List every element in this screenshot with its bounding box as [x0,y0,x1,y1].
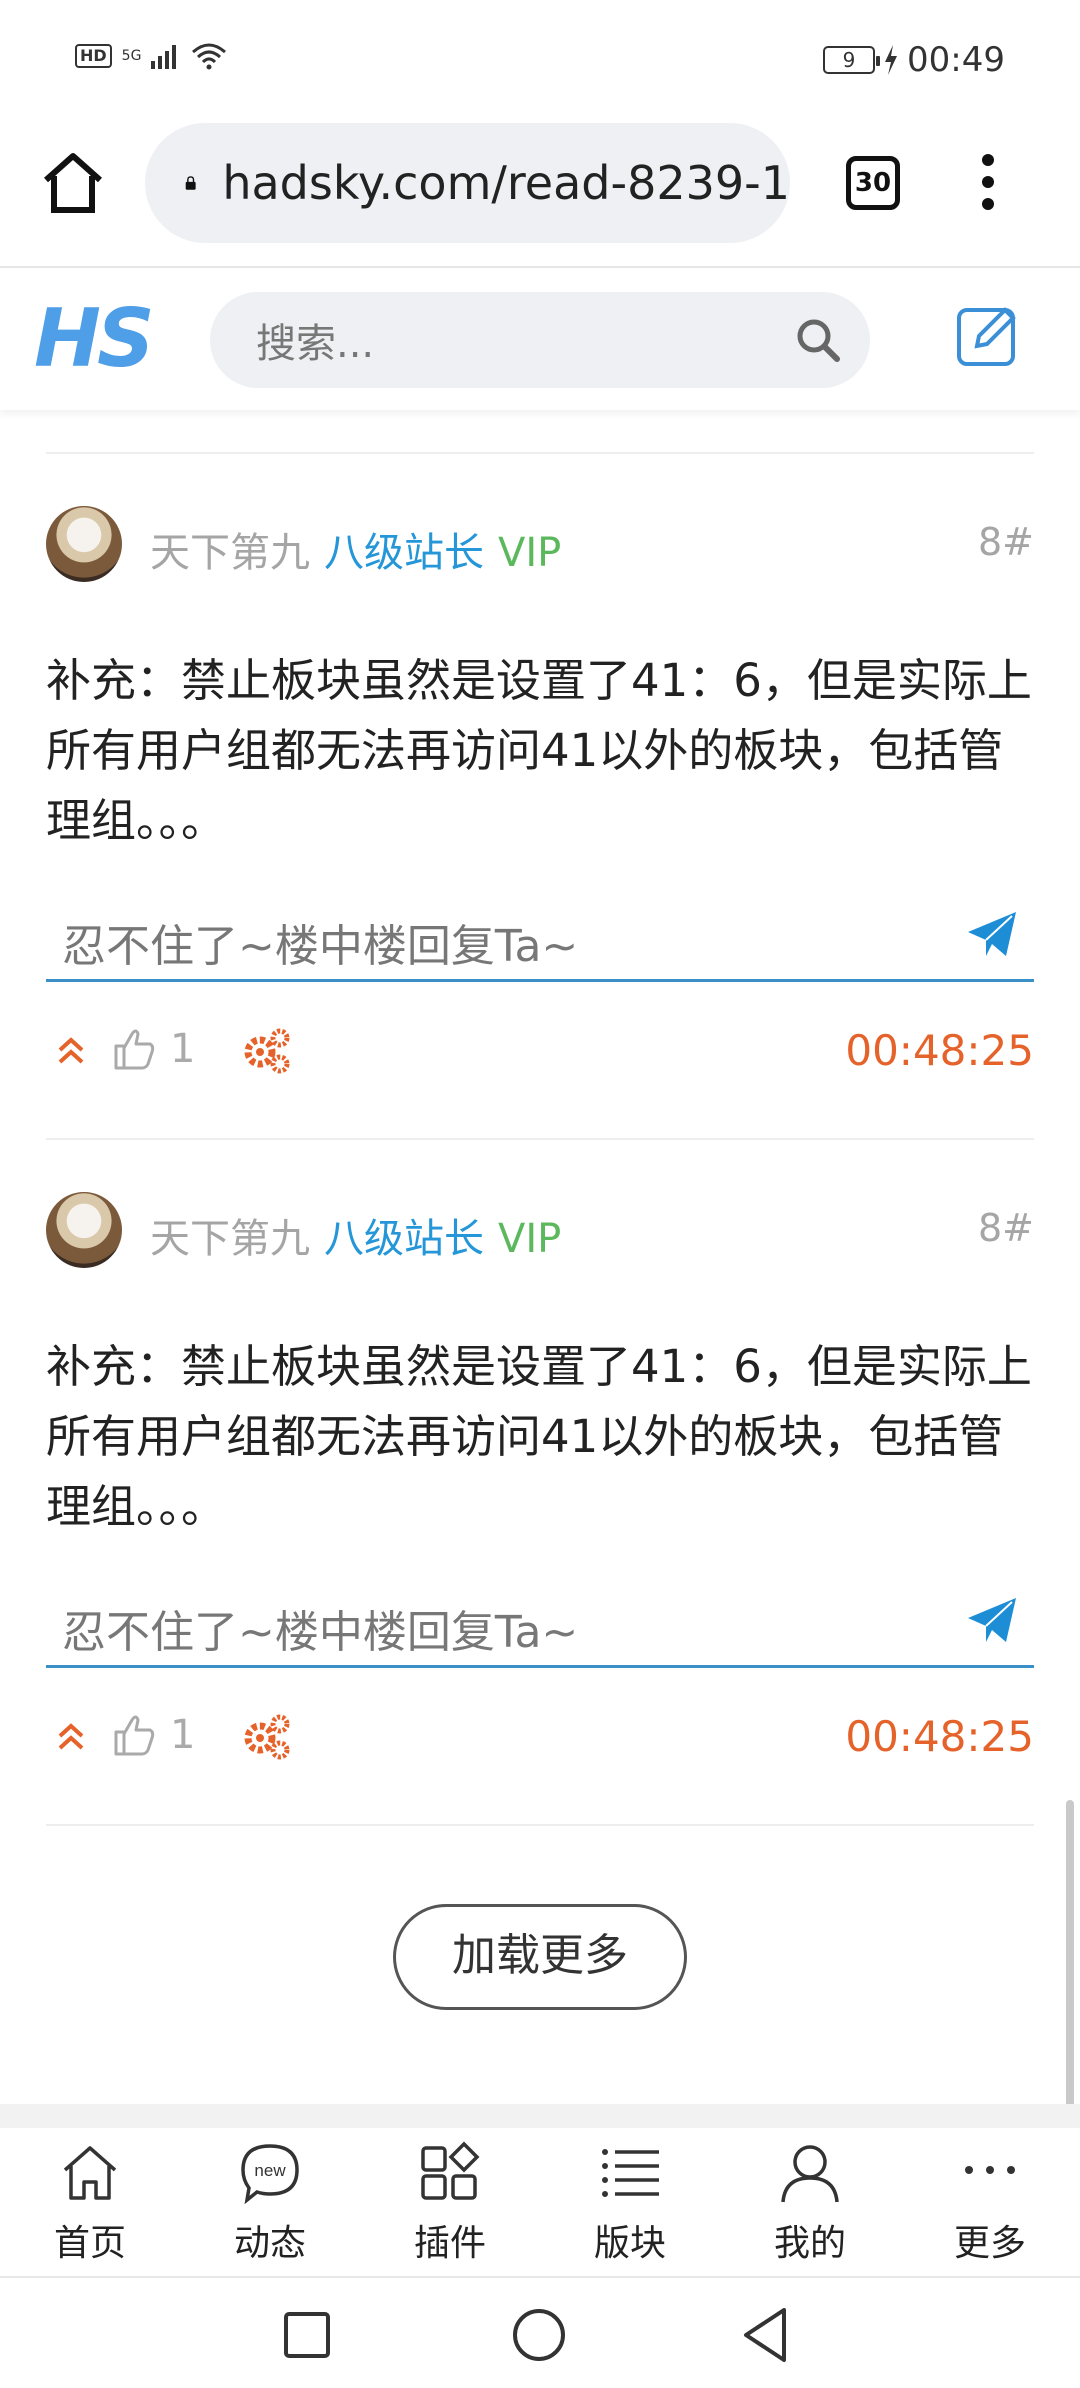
status-left: HD 5G [75,42,227,70]
reply-input[interactable]: 忍不住了~楼中楼回复Ta~ [46,890,1034,982]
nav-label: 更多 [953,2223,1026,2264]
gears-icon[interactable] [242,1712,292,1762]
post-actions: 1 00:48:25 [46,1014,1034,1084]
nav-item-home[interactable]: 首页 [0,2128,180,2276]
system-navigation-bar [0,2280,1080,2388]
reply-input[interactable]: 忍不住了~楼中楼回复Ta~ [46,1576,1034,1668]
search-input[interactable]: 搜索... [210,292,870,388]
reply-placeholder: 忍不住了~楼中楼回复Ta~ [62,921,579,972]
wifi-icon [192,43,227,70]
avatar[interactable] [46,506,122,582]
nav-item-activity[interactable]: new 动态 [180,2128,360,2276]
plugins-icon [421,2141,480,2200]
post-content: 补充：禁止板块虽然是设置了41：6，但是实际上所有用户组都无法再访问41以外的板… [46,654,1032,847]
author-line: 天下第九 八级站长 VIP [150,1206,561,1264]
post-header: 天下第九 八级站长 VIP 8# [46,506,1034,584]
post-header: 天下第九 八级站长 VIP 8# [46,1192,1034,1270]
divider [46,1138,1034,1140]
nav-item-mine[interactable]: 我的 [720,2128,900,2276]
nav-item-plugins[interactable]: 插件 [360,2128,540,2276]
overflow-menu-icon[interactable] [980,152,996,212]
charging-icon [885,45,898,75]
recents-icon[interactable] [282,2310,332,2360]
nav-label: 首页 [53,2223,126,2264]
floor-number: 8# [977,520,1034,564]
gears-icon[interactable] [242,1026,292,1076]
load-more-button[interactable]: 加载更多 [393,1904,687,2010]
network-label: 5G [121,48,142,64]
nav-label: 动态 [233,2223,306,2264]
vip-badge: VIP [498,1216,562,1262]
double-chevron-up-icon[interactable] [56,1722,86,1752]
user-icon [781,2145,839,2203]
address-bar[interactable]: hadsky.com/read-8239-1 [145,123,790,243]
site-logo[interactable]: HS [34,292,155,385]
tab-switcher-button[interactable]: 30 [846,156,900,210]
back-icon[interactable] [740,2306,790,2364]
rank-badge: 八级站长 [324,530,484,576]
url-text: hadsky.com/read-8239-1 [222,156,790,210]
more-icon [965,2166,1015,2174]
send-icon[interactable] [966,910,1018,958]
home-circle-icon[interactable] [510,2306,568,2364]
nav-label: 插件 [413,2223,486,2264]
status-right: 9 00:49 [823,40,1005,80]
home-icon [63,2146,117,2200]
compose-icon[interactable] [955,302,1021,368]
floor-number: 8# [977,1206,1034,1250]
status-bar: HD 5G 9 00:49 [0,0,1080,120]
double-chevron-up-icon[interactable] [56,1036,86,1066]
send-icon[interactable] [966,1596,1018,1644]
post-time: 00:48:25 [845,1026,1034,1075]
browser-toolbar: hadsky.com/read-8239-1 30 [0,120,1080,268]
author-name[interactable]: 天下第九 [150,1216,310,1262]
avatar[interactable] [46,1192,122,1268]
hd-badge: HD [75,44,112,68]
post: 天下第九 八级站长 VIP 8# 补充：禁止板块虽然是设置了41：6，但是实际上所有… [46,506,1034,1126]
thumbs-up-icon[interactable] [112,1712,156,1756]
reply-placeholder: 忍不住了~楼中楼回复Ta~ [62,1607,579,1658]
author-name[interactable]: 天下第九 [150,530,310,576]
rank-badge: 八级站长 [324,1216,484,1262]
like-count: 1 [170,1026,196,1072]
like-count: 1 [170,1712,196,1758]
clock: 00:49 [907,40,1005,80]
post-actions: 1 00:48:25 [46,1700,1034,1770]
vip-badge: VIP [498,530,562,576]
thumbs-up-icon[interactable] [112,1026,156,1070]
svg-text:new: new [254,2161,286,2180]
nav-label: 版块 [593,2223,666,2264]
signal-icon [151,45,177,69]
divider [46,452,1034,454]
post: 天下第九 八级站长 VIP 8# 补充：禁止板块虽然是设置了41：6，但是实际上所有… [46,1192,1034,1812]
new-chat-icon: new [241,2144,299,2205]
search-placeholder: 搜索... [256,321,375,367]
search-icon[interactable] [794,316,842,364]
post-time: 00:48:25 [845,1712,1034,1761]
post-content: 补充：禁止板块虽然是设置了41：6，但是实际上所有用户组都无法再访问41以外的板… [46,1340,1032,1533]
divider [46,1824,1034,1826]
bottom-nav: 首页 new 动态 插件 版块 我的 更多 [0,2128,1080,2278]
nav-item-more[interactable]: 更多 [900,2128,1080,2276]
nav-label: 我的 [773,2223,846,2264]
site-header: HS 搜索... [0,270,1080,410]
home-button-icon[interactable] [40,150,106,216]
bottom-separator [0,2104,1080,2128]
battery-icon: 9 [823,46,881,74]
list-icon [602,2149,659,2197]
lock-icon [185,176,196,190]
nav-item-boards[interactable]: 版块 [540,2128,720,2276]
author-line: 天下第九 八级站长 VIP [150,520,561,578]
